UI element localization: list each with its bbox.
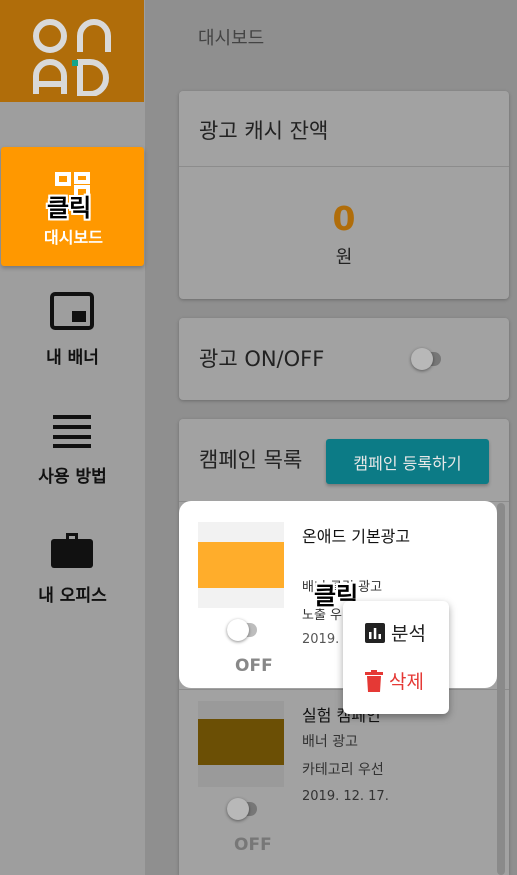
divider xyxy=(179,166,509,167)
trash-icon xyxy=(365,669,383,692)
scrollbar[interactable] xyxy=(497,503,505,875)
campaign-type: 배너 광고 xyxy=(302,734,358,750)
onad-logo-mark xyxy=(33,19,111,96)
click-annotation: 클릭 xyxy=(47,194,92,222)
status-text: OFF xyxy=(235,656,273,676)
campaign-date: 2019. xyxy=(302,632,340,647)
toggle-thumb xyxy=(227,798,249,820)
menu-item-label: 삭제 xyxy=(389,671,424,693)
menu-item-label: 분석 xyxy=(391,623,426,645)
cash-amount: 0 xyxy=(332,199,356,238)
cash-balance-card: 광고 캐시 잔액 0 원 xyxy=(179,91,509,299)
bar-chart-icon xyxy=(365,622,385,643)
ad-onoff-card: 광고 ON/OFF xyxy=(179,318,509,400)
campaign-date: 2019. 12. 17. xyxy=(302,789,389,804)
card-title: 광고 ON/OFF xyxy=(199,347,325,371)
sidebar-item-label: 대시보드 xyxy=(44,228,103,247)
sidebar-item-how-to-use[interactable]: 사용 방법 xyxy=(0,410,145,490)
campaign-priority: 카테고리 우선 xyxy=(302,762,384,778)
menu-item-analyze[interactable]: 분석 xyxy=(365,619,426,646)
sidebar-item-label: 내 오피스 xyxy=(38,586,107,606)
sidebar: 대시보드 클릭 내 배너 사용 방법 내 오피스 xyxy=(0,0,145,875)
card-title: 캠페인 목록 xyxy=(199,448,303,472)
cash-unit: 원 xyxy=(335,247,353,268)
status-text: OFF xyxy=(234,835,272,855)
thumbnail-banner xyxy=(198,542,284,588)
register-campaign-button[interactable]: 캠페인 등록하기 xyxy=(326,439,489,484)
banner-icon xyxy=(50,292,94,330)
sidebar-item-label: 내 배너 xyxy=(46,348,99,368)
menu-lines-icon xyxy=(53,415,91,448)
menu-item-delete[interactable]: 삭제 xyxy=(365,667,424,694)
campaign-thumbnail xyxy=(198,701,284,787)
campaign-name: 온애드 기본광고 xyxy=(302,527,411,546)
sidebar-item-my-office[interactable]: 내 오피스 xyxy=(0,526,145,606)
toggle-thumb xyxy=(227,619,249,641)
breadcrumb: 대시보드 xyxy=(198,28,265,49)
toggle-thumb xyxy=(411,348,433,370)
thumbnail-banner xyxy=(198,719,284,765)
card-title: 광고 캐시 잔액 xyxy=(199,119,329,143)
briefcase-icon xyxy=(51,533,93,568)
sidebar-item-my-banner[interactable]: 내 배너 xyxy=(0,288,145,368)
sidebar-item-label: 사용 방법 xyxy=(38,467,107,487)
campaign-context-menu: 분석 삭제 xyxy=(343,601,449,714)
campaign-thumbnail xyxy=(198,522,284,608)
onad-logo[interactable] xyxy=(0,0,144,102)
